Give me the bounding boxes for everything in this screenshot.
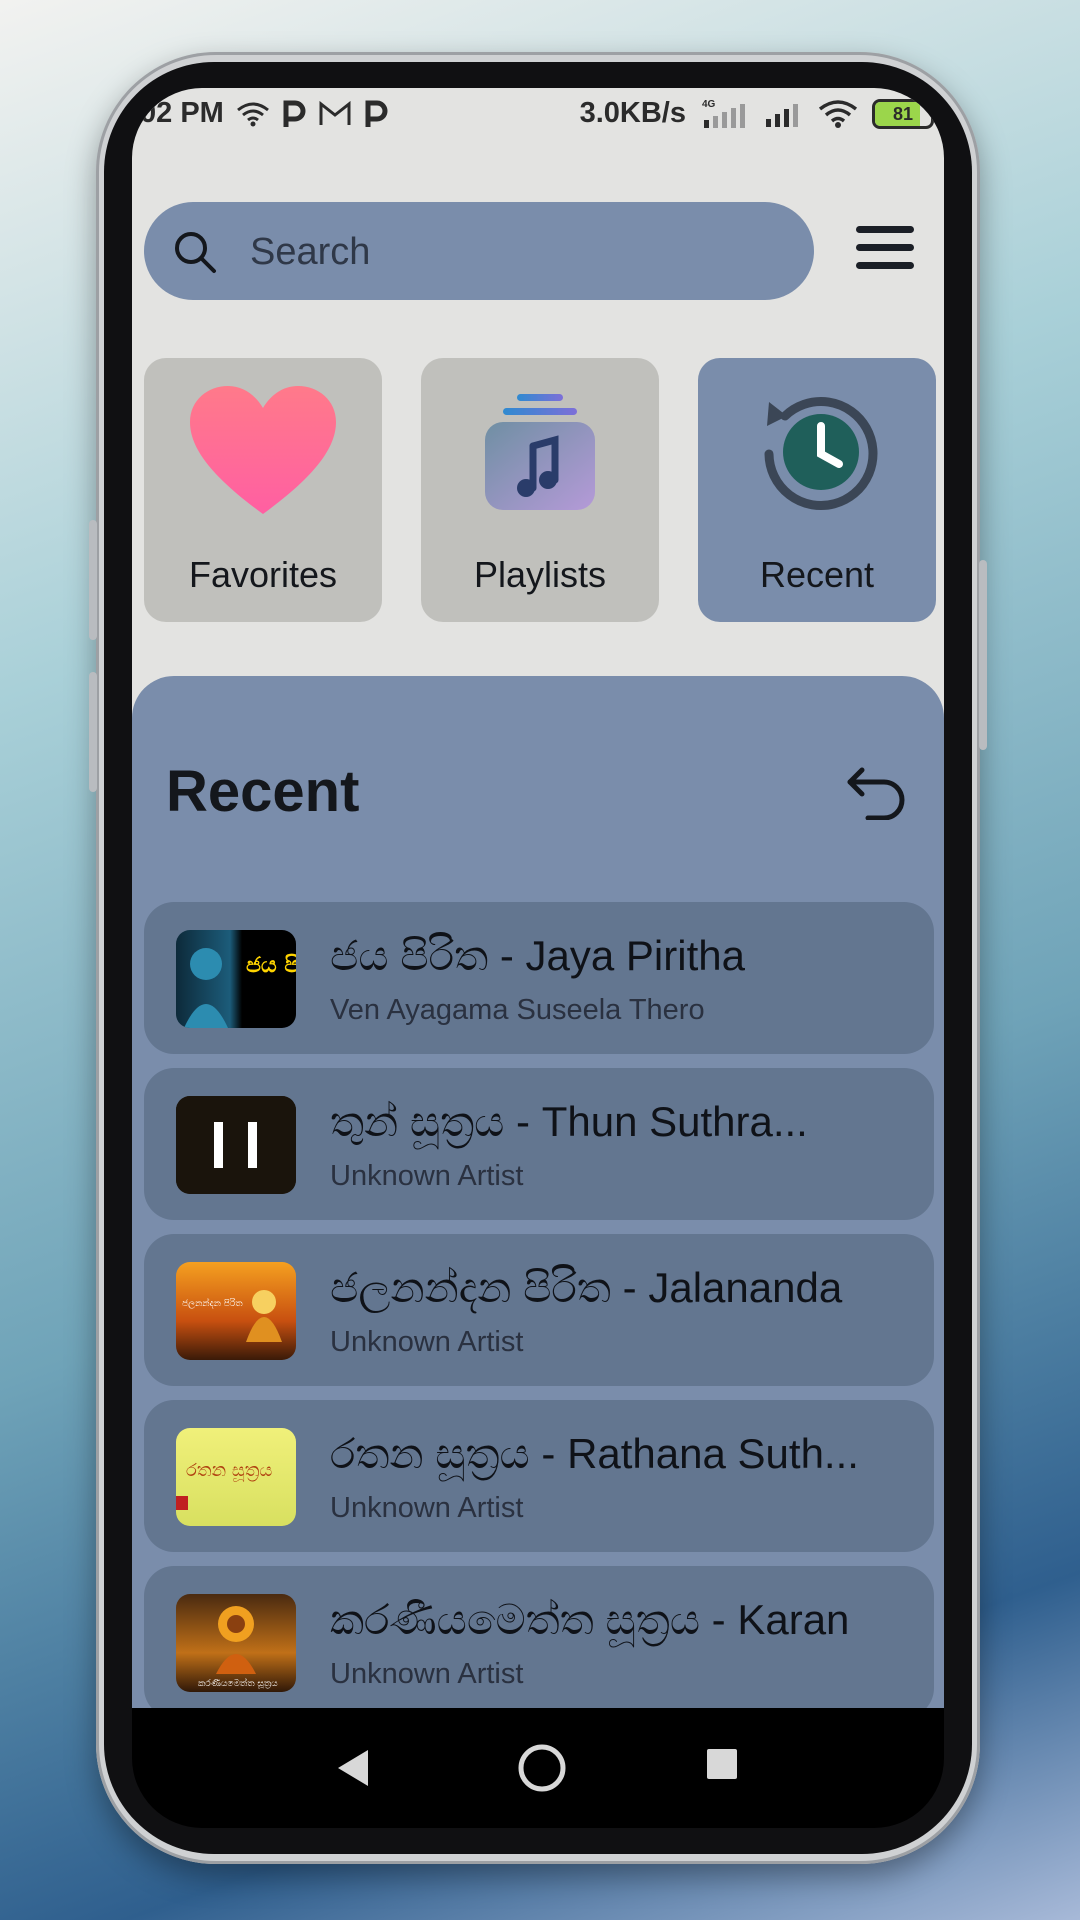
history-icon [764,397,878,510]
status-bar: 02 PM 3.0KB/s 4G 81 [132,88,944,138]
track-artist: Unknown Artist [330,1160,524,1192]
search-input[interactable] [248,226,772,278]
home-nav-icon[interactable] [516,1742,568,1794]
playlist-icon [485,394,595,510]
thumb-label: ජය පිරිත [246,951,296,978]
track-title: ජලනන්දන පිරිත - Jalananda [330,1264,843,1311]
track-thumbnail: කරණීයමෙත්ත සූත්‍රය [176,1594,296,1692]
p-app-icon [365,100,388,127]
track-thumbnail: ජලනන්දන පිරිත [176,1262,296,1360]
tile-label: Favorites [188,554,338,595]
track-item[interactable]: තුන් සූත්‍රය - Thun Suthra... Unknown Ar… [144,1068,934,1220]
track-title: ජය පිරිත - Jaya Piritha [330,932,745,979]
back-arrow-icon[interactable] [844,764,908,820]
track-title: කරණීයමෙත්ත සූත්‍රය - Karan [330,1596,850,1643]
track-artist: Ven Ayagama Suseela Thero [330,994,705,1026]
track-artist: Unknown Artist [330,1492,524,1524]
wifi-icon [818,99,858,128]
recent-tile[interactable]: Recent [698,358,936,622]
track-item[interactable]: ජය පිරිත ජය පිරිත - Jaya Piritha Ven Aya… [144,902,934,1054]
network-speed: 3.0KB/s [579,97,686,129]
status-time: 02 PM [140,97,224,129]
signal-icon [766,103,798,127]
app-screen: 02 PM 3.0KB/s 4G 81 Search Favorites Pla… [132,88,944,1708]
back-nav-icon[interactable] [332,1746,372,1790]
phone-side-button [979,560,987,750]
recents-nav-icon[interactable] [704,1746,740,1782]
track-artist: Unknown Artist [330,1658,524,1690]
tile-label: Playlists [473,554,607,595]
thumb-label: ජලනන්දන පිරිත [182,1298,243,1309]
thumb-label: රතන සූත්‍රය [186,1460,272,1481]
battery-indicator: 81 [872,98,934,129]
hamburger-icon [856,226,914,233]
favorites-tile[interactable]: Favorites [144,358,382,622]
gmail-icon [319,100,351,125]
wifi-icon [236,102,269,126]
track-item[interactable]: ජලනන්දන පිරිත ජලනන්දන පිරිත - Jalananda … [144,1234,934,1386]
track-item[interactable]: කරණීයමෙත්ත සූත්‍රය කරණීයමෙත්ත සූත්‍රය - … [144,1566,934,1708]
p-app-icon [283,100,306,127]
track-thumbnail [176,1096,296,1194]
pause-icon [214,1122,223,1168]
track-thumbnail: රතන සූත්‍රය [176,1428,296,1526]
svg-text:4G: 4G [702,99,716,110]
thumb-label: කරණීයමෙත්ත සූත්‍රය [198,1678,278,1689]
menu-button[interactable] [856,226,914,276]
track-item[interactable]: රතන සූත්‍රය රතන සූත්‍රය - Rathana Suth..… [144,1400,934,1552]
section-title: Recent [166,759,360,824]
tile-label: Recent [759,554,875,595]
track-artist: Unknown Artist [330,1326,524,1358]
track-title: රතන සූත්‍රය - Rathana Suth... [330,1430,859,1477]
recent-panel: Recent ජය පිරිත ජය පිරිත - Jaya Piritha … [132,676,944,1708]
search-bar[interactable] [144,202,814,300]
playlists-tile[interactable]: Playlists [421,358,659,622]
system-nav-bar [132,1708,944,1828]
track-thumbnail: ජය පිරිත [176,930,296,1028]
heart-icon [190,386,336,514]
phone-side-button [89,520,97,640]
search-icon [175,232,216,273]
signal-4g-icon: 4G [702,99,745,128]
track-title: තුන් සූත්‍රය - Thun Suthra... [330,1098,808,1145]
phone-side-button [89,672,97,792]
